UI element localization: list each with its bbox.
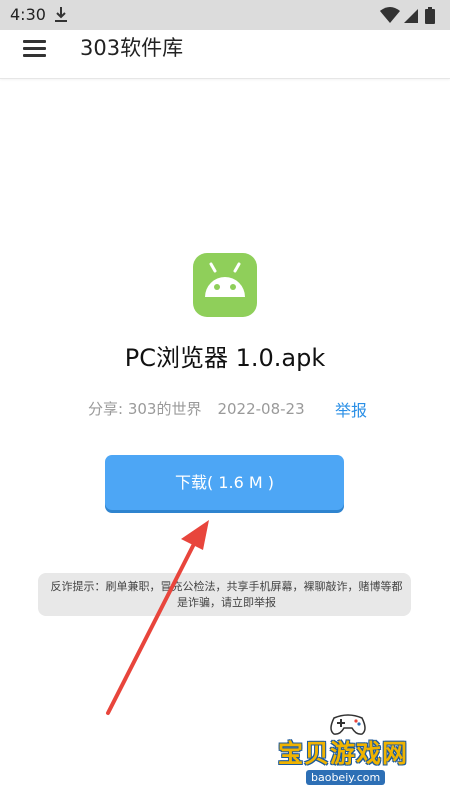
- app-title: 303软件库: [80, 36, 184, 60]
- watermark-title: 宝贝游戏网: [278, 739, 409, 768]
- signal-icon: [404, 9, 418, 23]
- status-time: 4:30: [10, 5, 46, 24]
- screen: 4:30 303软件库 PC浏览器 1.0.apk 分享: 303的世界 202…: [0, 0, 450, 800]
- share-date: 2022-08-23: [217, 400, 305, 418]
- status-icons: [380, 7, 435, 24]
- app-bar: 303软件库: [0, 30, 450, 79]
- gamepad-icon: [330, 714, 366, 735]
- anti-fraud-warning: 反诈提示：刷单兼职，冒充公检法，共享手机屏幕，裸聊敲诈，赌博等都是诈骗，请立即举…: [38, 573, 411, 616]
- android-icon: [193, 253, 257, 317]
- file-name: PC浏览器 1.0.apk: [124, 344, 326, 372]
- report-link[interactable]: 举报: [335, 397, 367, 421]
- wifi-icon: [380, 7, 400, 23]
- watermark-url: baobeiy.com: [306, 770, 386, 785]
- download-button[interactable]: 下载( 1.6 M ): [105, 455, 344, 510]
- battery-icon: [425, 7, 435, 24]
- file-meta: 分享: 303的世界 2022-08-23: [88, 398, 305, 419]
- download-icon: [55, 7, 67, 22]
- watermark: 宝贝游戏网 baobeiy.com: [272, 710, 442, 795]
- hamburger-menu-icon[interactable]: [22, 37, 48, 63]
- shared-by: 分享: 303的世界: [88, 400, 202, 418]
- status-bar: 4:30: [0, 0, 450, 30]
